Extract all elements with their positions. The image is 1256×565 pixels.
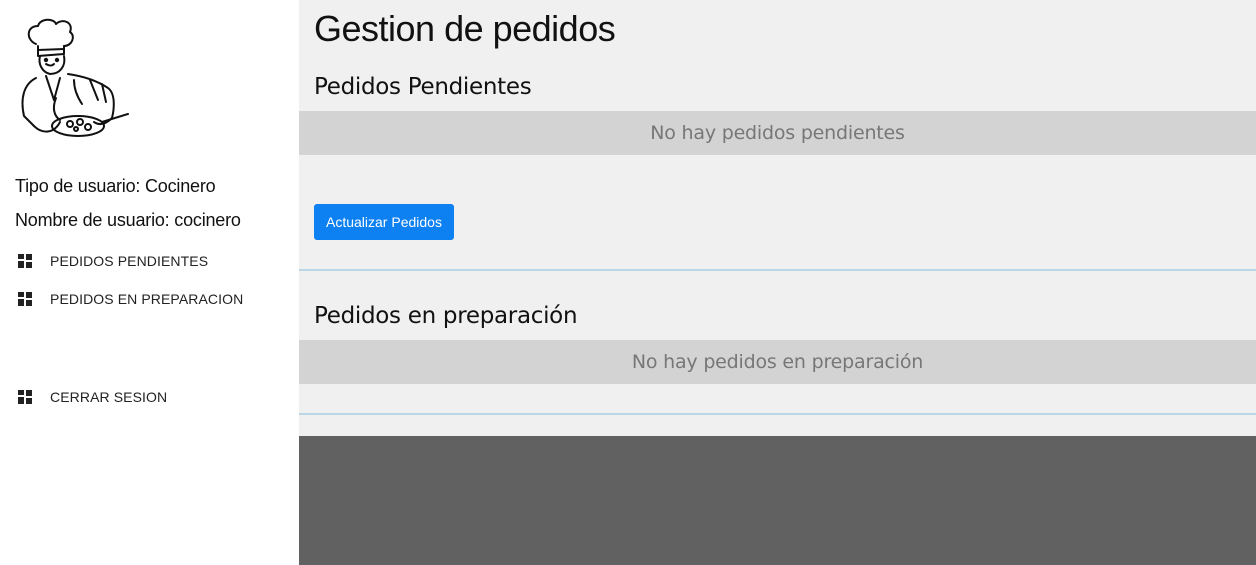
main-content: Gestion de pedidos Pedidos Pendientes No… [299, 0, 1256, 436]
pending-orders-empty: No hay pedidos pendientes [299, 111, 1256, 155]
section-divider [299, 269, 1256, 271]
dashboard-icon [18, 254, 32, 268]
section-divider [299, 413, 1256, 415]
dashboard-icon [18, 390, 32, 404]
chef-logo [21, 18, 129, 137]
refresh-orders-button[interactable]: Actualizar Pedidos [314, 204, 454, 240]
preparing-orders-empty: No hay pedidos en preparación [299, 340, 1256, 384]
sidebar-item-label: PEDIDOS PENDIENTES [50, 253, 209, 269]
sidebar-item-pedidos-pendientes[interactable]: PEDIDOS PENDIENTES [18, 250, 208, 272]
user-type-label: Tipo de usuario: Cocinero [15, 176, 216, 196]
sidebar-item-label: CERRAR SESION [50, 389, 168, 405]
user-name-label: Nombre de usuario: cocinero [15, 210, 241, 230]
page-title: Gestion de pedidos [314, 8, 616, 49]
footer [299, 436, 1256, 565]
sidebar: Tipo de usuario: Cocinero Nombre de usua… [0, 0, 299, 565]
dashboard-icon [18, 292, 32, 306]
sidebar-item-label: PEDIDOS EN PREPARACION [50, 291, 244, 307]
sidebar-item-cerrar-sesion[interactable]: CERRAR SESION [18, 386, 167, 408]
pending-orders-title: Pedidos Pendientes [314, 74, 532, 100]
sidebar-item-pedidos-en-preparacion[interactable]: PEDIDOS EN PREPARACION [18, 288, 243, 310]
preparing-orders-title: Pedidos en preparación [314, 303, 578, 329]
